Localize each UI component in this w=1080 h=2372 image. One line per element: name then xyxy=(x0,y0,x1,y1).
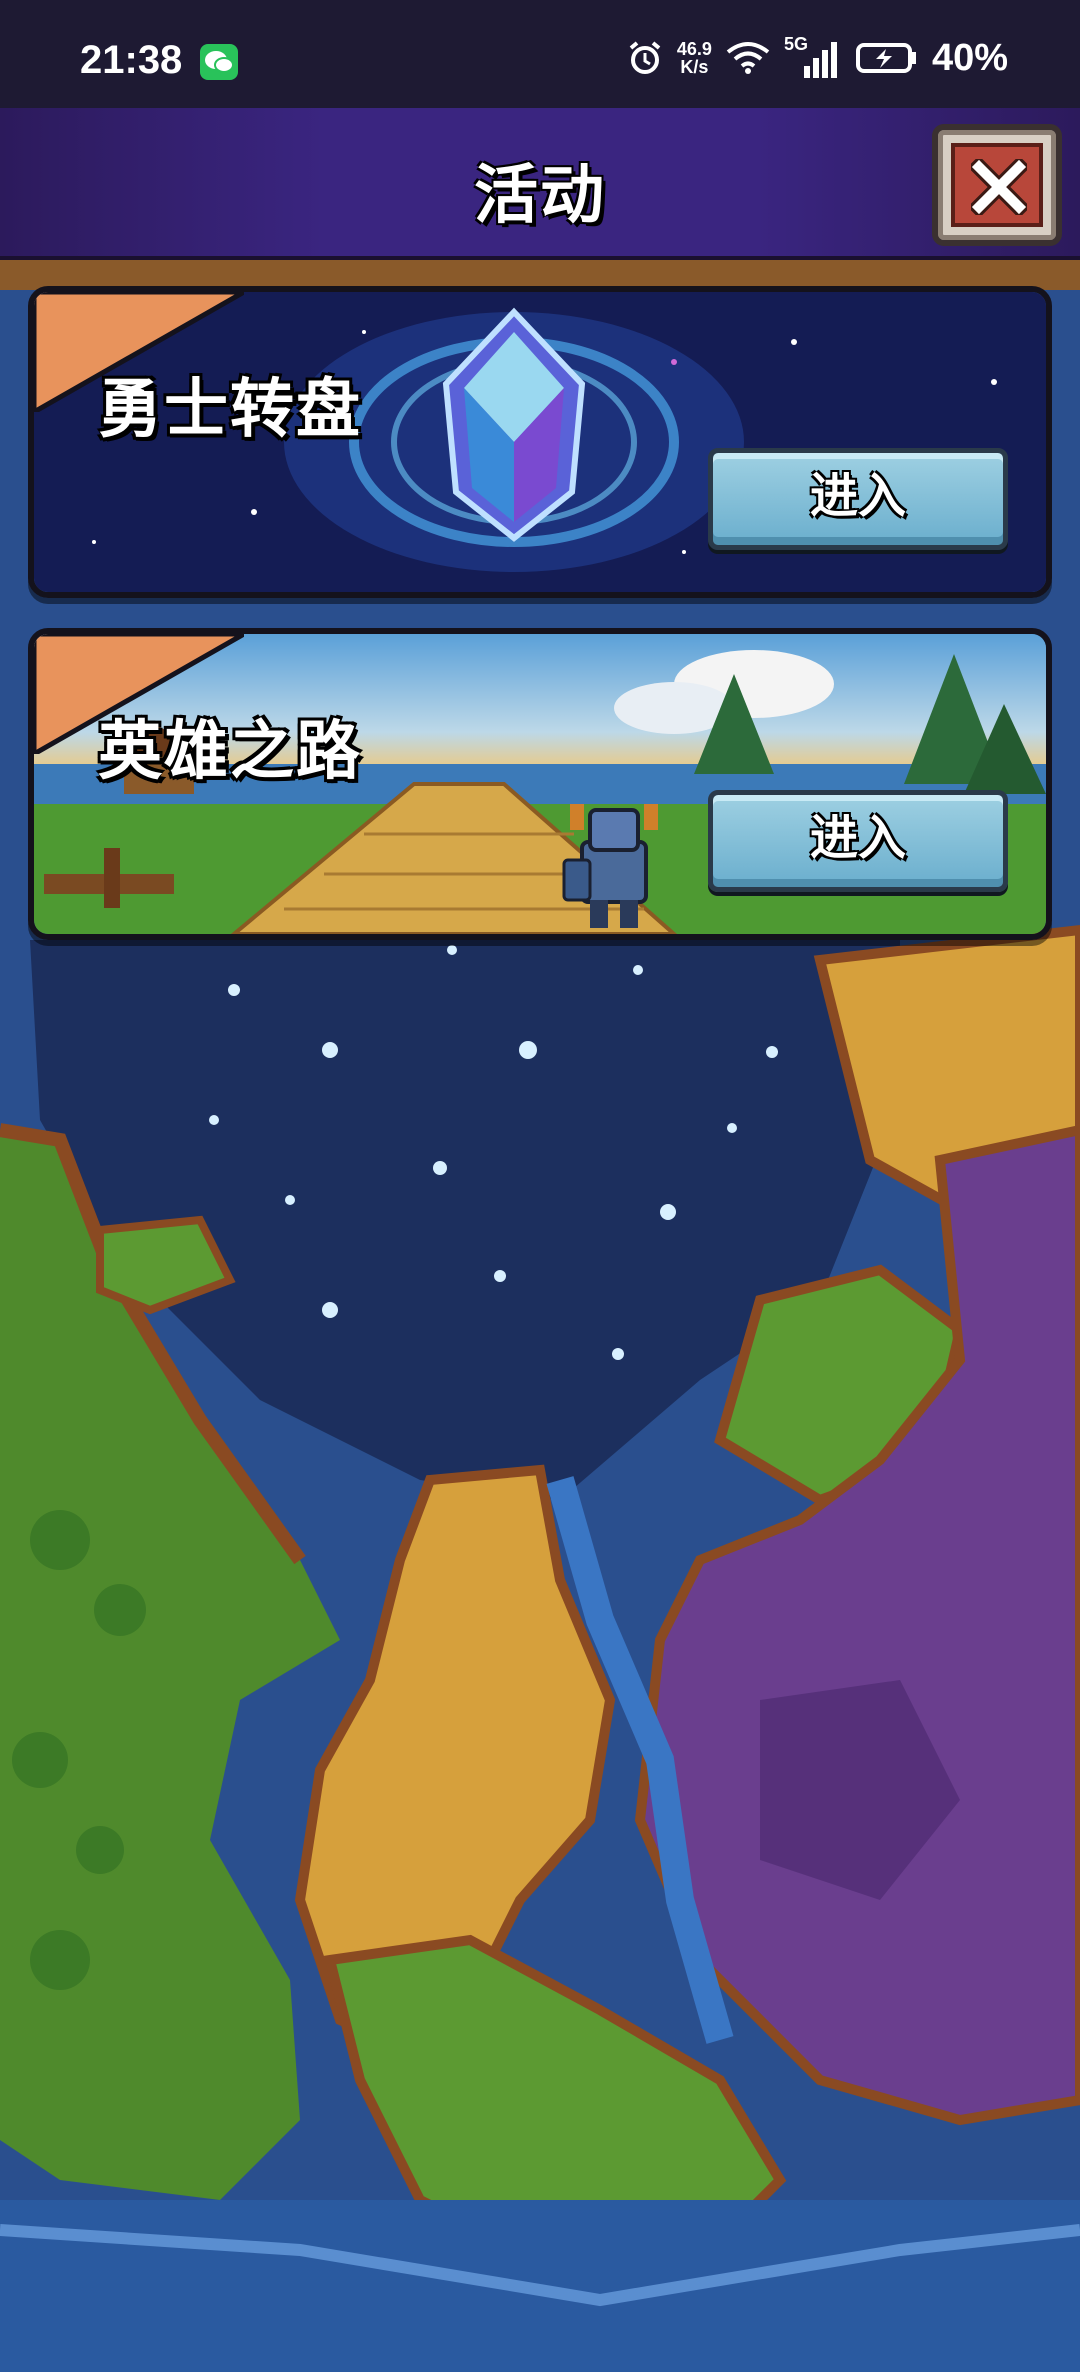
close-icon xyxy=(971,159,1027,215)
close-button[interactable] xyxy=(932,124,1062,246)
network-speed: 46.9 K/s xyxy=(677,40,712,76)
activity-card-hero-road[interactable]: 英雄之路 进入 xyxy=(28,628,1052,940)
battery-percentage: 40% xyxy=(931,36,1008,79)
status-time: 21:38 xyxy=(80,38,183,82)
enter-button[interactable]: 进入 xyxy=(708,790,1008,892)
activity-title: 勇士转盘 xyxy=(98,373,362,447)
signal-icon: 5G xyxy=(784,34,842,78)
header-bar: 活动 xyxy=(0,108,1080,260)
enter-button[interactable]: 进入 xyxy=(708,448,1008,550)
page-title: 活动 xyxy=(474,159,606,233)
close-button-face xyxy=(951,143,1043,227)
net-speed-unit: K/s xyxy=(680,57,709,77)
wifi-icon xyxy=(726,42,770,74)
alarm-icon xyxy=(629,41,661,74)
activity-card-warrior-wheel[interactable]: 勇士转盘 进入 xyxy=(28,286,1052,598)
status-bar: 21:38 46.9 K/s 5G 40% xyxy=(0,0,1080,108)
wechat-icon xyxy=(200,44,238,80)
activity-title: 英雄之路 xyxy=(98,715,362,789)
net-speed-value: 46.9 xyxy=(676,39,712,59)
battery-charging-icon xyxy=(855,43,916,73)
status-indicators: 46.9 K/s 5G 40% xyxy=(627,34,1008,80)
